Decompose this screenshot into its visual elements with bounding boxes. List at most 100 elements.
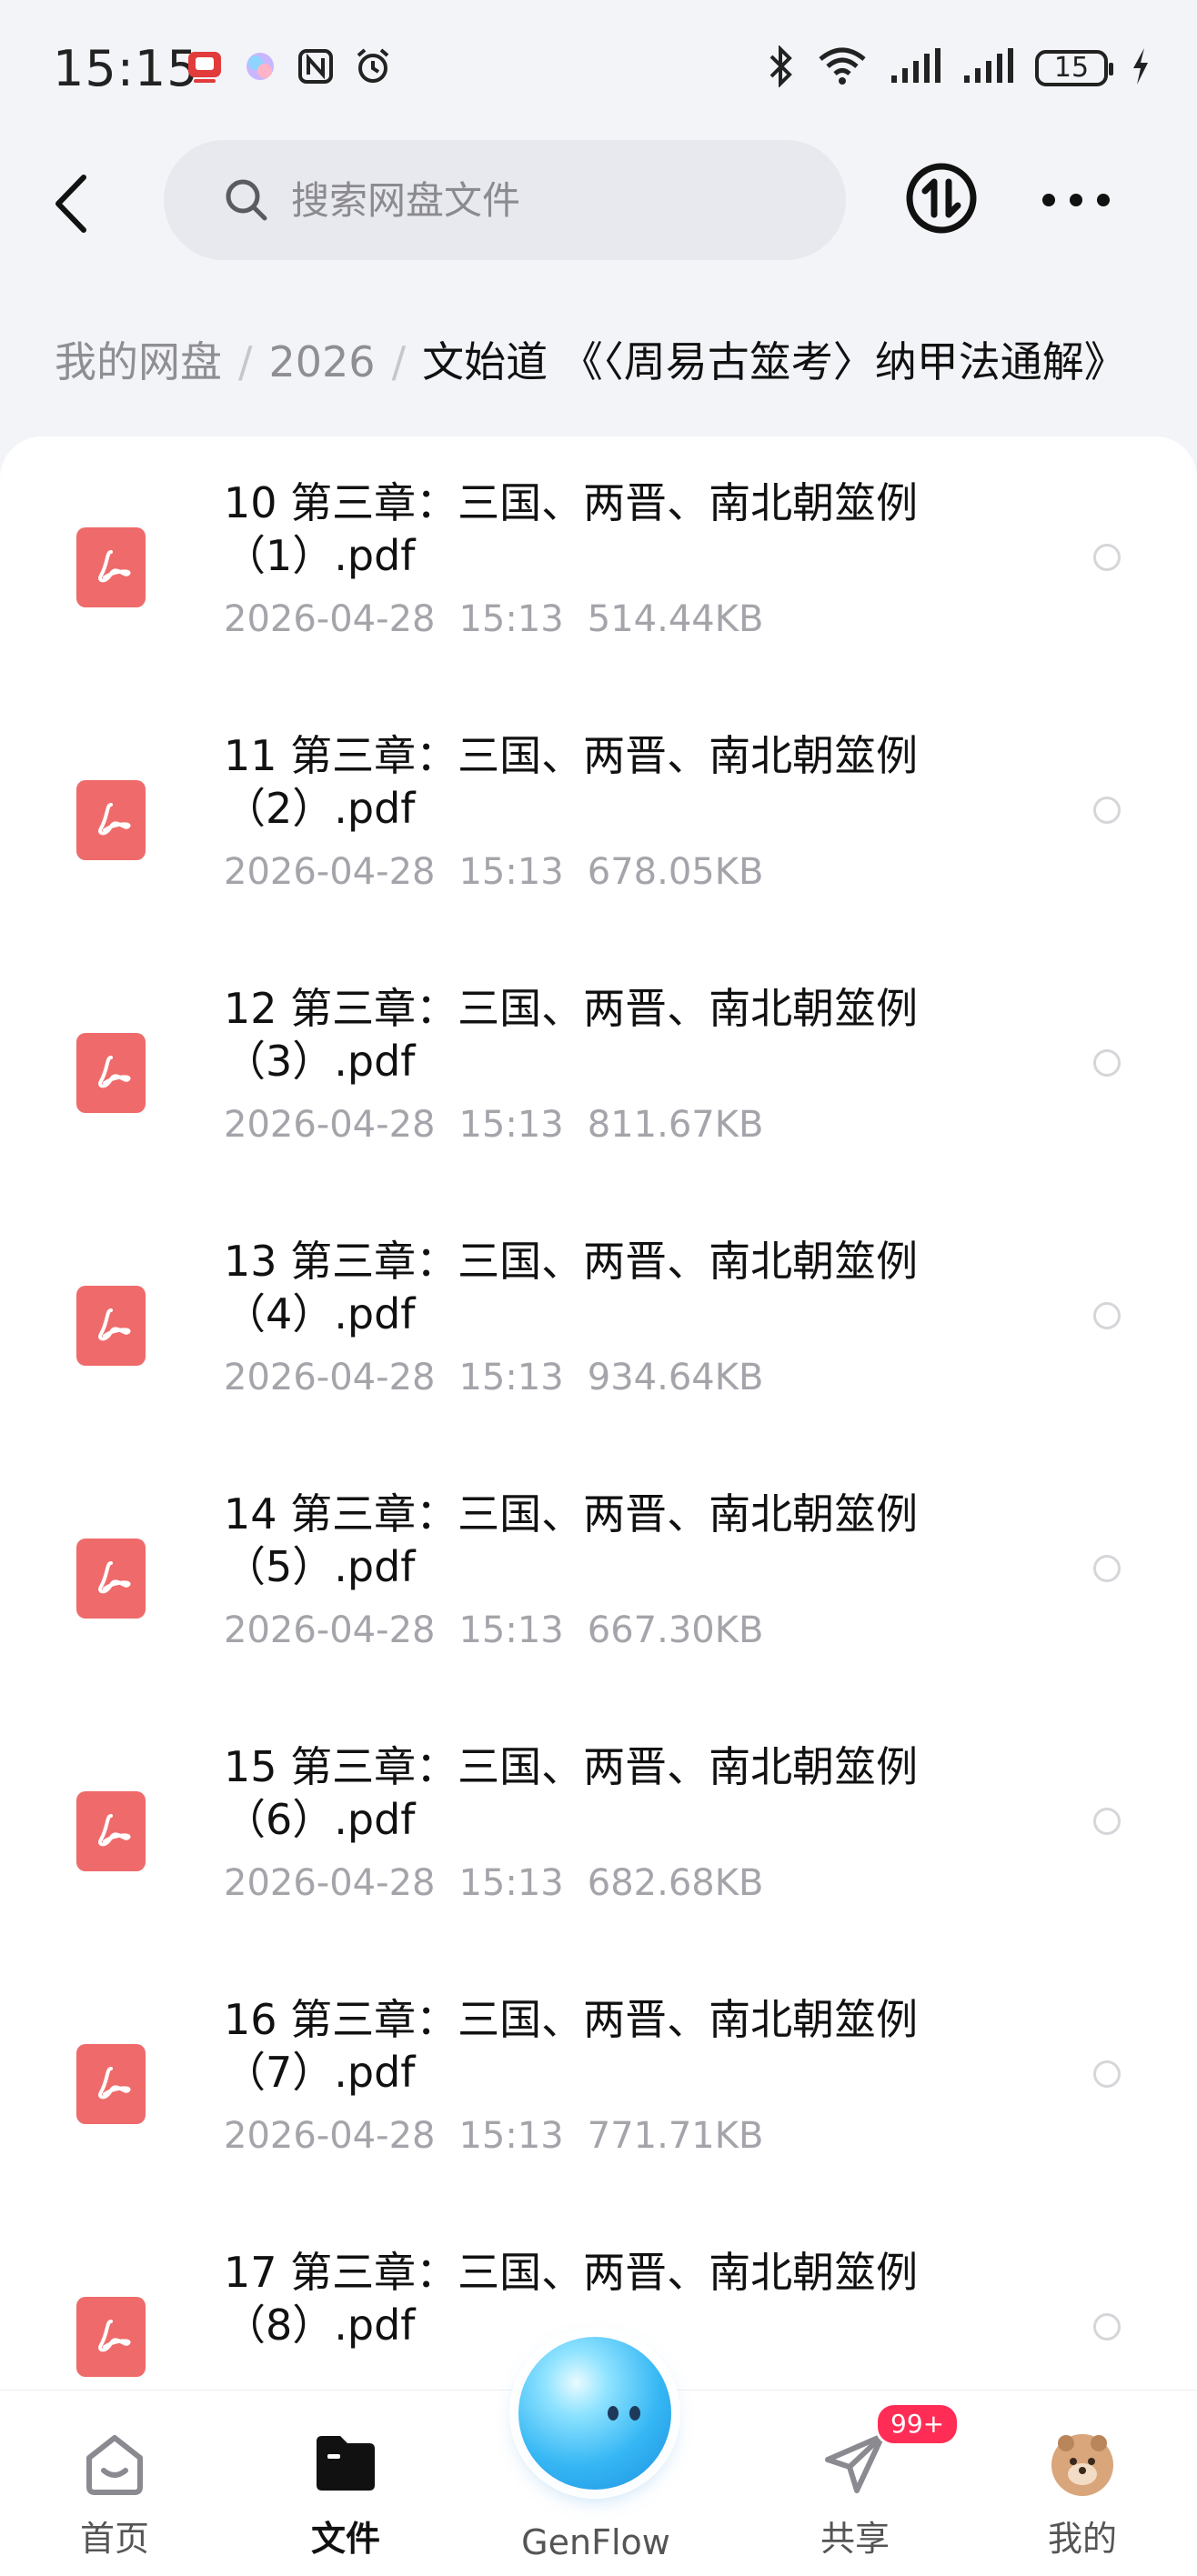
- file-time: 15:13: [458, 598, 564, 640]
- orb-eye: [608, 2406, 619, 2421]
- select-radio[interactable]: [1093, 2313, 1121, 2340]
- charging-icon: [1130, 46, 1152, 90]
- search-input[interactable]: [289, 176, 802, 224]
- file-date: 2026-04-28: [224, 851, 436, 893]
- transfer-icon: [906, 163, 977, 234]
- share-badge: 99+: [875, 2402, 961, 2446]
- battery-icon: 15: [1035, 50, 1113, 86]
- nav-files[interactable]: 文件: [273, 2427, 418, 2561]
- file-time: 15:13: [458, 1862, 564, 1904]
- file-time: 15:13: [458, 2115, 564, 2157]
- breadcrumb: 我的网盘 / 2026 / 文始道 《〈周易古筮考〉纳甲法通解》: [55, 329, 1197, 393]
- battery-level: 15: [1053, 52, 1090, 84]
- pdf-file-icon: [76, 1286, 146, 1366]
- pdf-file-icon: [76, 780, 146, 860]
- breadcrumb-separator: /: [391, 337, 407, 386]
- avatar: [1046, 2427, 1119, 2500]
- status-time: 15:15: [53, 40, 199, 97]
- more-dot: [1042, 194, 1055, 206]
- breadcrumb-item-year[interactable]: 2026: [269, 337, 376, 386]
- back-button[interactable]: [44, 167, 98, 240]
- status-left-icons: [186, 47, 392, 89]
- file-meta: 2026-04-28 15:13 682.68KB: [224, 1862, 763, 1904]
- ai-assistant-icon: [243, 49, 277, 87]
- file-row[interactable]: 16 第三章：三国、两晋、南北朝筮例（7）.pdf 2026-04-28 15:1…: [0, 1953, 1197, 2206]
- nav-share[interactable]: 共享: [782, 2427, 928, 2561]
- file-list: 10 第三章：三国、两晋、南北朝筮例（1）.pdf 2026-04-28 15:1…: [0, 436, 1197, 2391]
- file-date: 2026-04-28: [224, 2115, 436, 2157]
- breadcrumb-item-root[interactable]: 我的网盘: [55, 337, 222, 386]
- nav-share-label: 共享: [820, 2519, 890, 2559]
- search-box[interactable]: [164, 140, 846, 260]
- file-time: 15:13: [458, 851, 564, 893]
- file-size: 771.71KB: [587, 2115, 764, 2157]
- wifi-icon: [817, 46, 868, 90]
- file-time: 15:13: [458, 1609, 564, 1651]
- file-size: 811.67KB: [587, 1104, 764, 1146]
- nav-mine[interactable]: 我的: [1010, 2427, 1155, 2561]
- file-meta: 2026-04-28 15:13 811.67KB: [224, 1104, 763, 1146]
- app-notification-icon: [186, 48, 223, 88]
- file-date: 2026-04-28: [224, 1609, 436, 1651]
- file-row[interactable]: 15 第三章：三国、两晋、南北朝筮例（6）.pdf 2026-04-28 15:1…: [0, 1700, 1197, 1953]
- home-icon: [78, 2427, 151, 2500]
- file-name: 10 第三章：三国、两晋、南北朝筮例（1）.pdf: [224, 478, 919, 580]
- file-time: 15:13: [458, 1104, 564, 1146]
- header-bar: [0, 136, 1197, 273]
- pdf-file-icon: [76, 2297, 146, 2377]
- select-radio[interactable]: [1093, 1555, 1121, 1582]
- chevron-left-icon: [55, 175, 86, 233]
- more-dot: [1097, 194, 1110, 206]
- nav-home[interactable]: 首页: [42, 2427, 187, 2561]
- more-dot: [1070, 194, 1082, 206]
- file-date: 2026-04-28: [224, 598, 436, 640]
- file-meta: 2026-04-28 15:13 678.05KB: [224, 851, 763, 893]
- status-right-icons: 15: [768, 45, 1152, 91]
- select-radio[interactable]: [1093, 1808, 1121, 1835]
- pdf-file-icon: [76, 1791, 146, 1871]
- file-size: 514.44KB: [587, 598, 764, 640]
- file-meta: 2026-04-28 15:13 934.64KB: [224, 1357, 763, 1398]
- file-date: 2026-04-28: [224, 1104, 436, 1146]
- select-radio[interactable]: [1093, 1302, 1121, 1329]
- breadcrumb-current: 文始道 《〈周易古筮考〉纳甲法通解》: [422, 337, 1126, 386]
- pdf-file-icon: [76, 2044, 146, 2124]
- alarm-icon: [354, 47, 392, 89]
- nfc-icon: [297, 48, 334, 88]
- file-size: 934.64KB: [587, 1357, 764, 1398]
- file-name: 13 第三章：三国、两晋、南北朝筮例（4）.pdf: [224, 1237, 919, 1338]
- file-meta: 2026-04-28 15:13 514.44KB: [224, 598, 763, 640]
- nav-files-label: 文件: [310, 2519, 380, 2559]
- file-name: 17 第三章：三国、两晋、南北朝筮例（8）.pdf: [224, 2248, 919, 2350]
- file-date: 2026-04-28: [224, 1357, 436, 1398]
- file-name: 16 第三章：三国、两晋、南北朝筮例（7）.pdf: [224, 1995, 919, 2097]
- nav-mine-label: 我的: [1047, 2519, 1117, 2559]
- file-date: 2026-04-28: [224, 1862, 436, 1904]
- file-size: 678.05KB: [587, 851, 764, 893]
- genflow-button[interactable]: [518, 2337, 671, 2490]
- file-meta: 2026-04-28 15:13 667.30KB: [224, 1609, 763, 1651]
- select-radio[interactable]: [1093, 2060, 1121, 2088]
- select-radio[interactable]: [1093, 797, 1121, 824]
- file-row[interactable]: 14 第三章：三国、两晋、南北朝筮例（5）.pdf 2026-04-28 15:1…: [0, 1448, 1197, 1700]
- file-row[interactable]: 12 第三章：三国、两晋、南北朝筮例（3）.pdf 2026-04-28 15:1…: [0, 942, 1197, 1195]
- transfer-button[interactable]: [905, 162, 978, 235]
- file-row[interactable]: 10 第三章：三国、两晋、南北朝筮例（1）.pdf 2026-04-28 15:1…: [0, 436, 1197, 689]
- select-radio[interactable]: [1093, 1049, 1121, 1077]
- folder-icon: [309, 2427, 382, 2500]
- file-size: 667.30KB: [587, 1609, 764, 1651]
- file-row[interactable]: 13 第三章：三国、两晋、南北朝筮例（4）.pdf 2026-04-28 15:1…: [0, 1195, 1197, 1448]
- file-name: 15 第三章：三国、两晋、南北朝筮例（6）.pdf: [224, 1742, 919, 1844]
- file-name: 14 第三章：三国、两晋、南北朝筮例（5）.pdf: [224, 1489, 919, 1591]
- more-button[interactable]: [1042, 173, 1110, 227]
- select-radio[interactable]: [1093, 544, 1121, 571]
- pdf-file-icon: [76, 1033, 146, 1113]
- pdf-file-icon: [76, 527, 146, 607]
- file-meta: 2026-04-28 15:13 771.71KB: [224, 2115, 763, 2157]
- search-icon: [226, 179, 267, 221]
- nav-home-label: 首页: [79, 2519, 149, 2559]
- pdf-file-icon: [76, 1539, 146, 1619]
- bluetooth-icon: [768, 45, 795, 91]
- file-row[interactable]: 11 第三章：三国、两晋、南北朝筮例（2）.pdf 2026-04-28 15:1…: [0, 689, 1197, 942]
- file-name: 12 第三章：三国、两晋、南北朝筮例（3）.pdf: [224, 984, 919, 1086]
